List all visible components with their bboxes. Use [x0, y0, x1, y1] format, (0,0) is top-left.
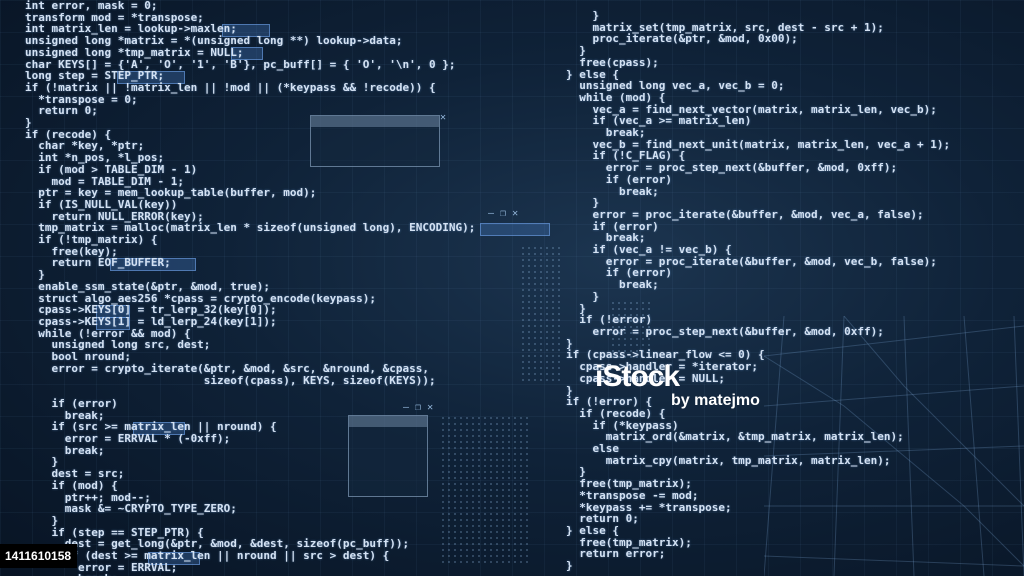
code-line: while (mod) { [566, 90, 666, 104]
code-line: break; [25, 443, 105, 457]
code-line: if (error) [25, 396, 118, 410]
code-line: unsigned long *tmp_matrix = NULL; [25, 45, 244, 59]
code-line: } [566, 289, 600, 303]
code-line: break; [566, 126, 646, 140]
code-line: return 0; [566, 512, 639, 526]
watermark-logo: iStock [595, 360, 680, 393]
window-controls-icon: – ❐ ✕ [488, 208, 519, 219]
code-line: proc_iterate(&ptr, &mod, 0x00); [566, 32, 798, 46]
code-background: ✕ – ❐ ✕ – ❐ ✕ int error, mask = 0; transf… [0, 0, 1024, 576]
code-line: return 0; [25, 104, 98, 118]
watermark: iStock by matejmo [595, 360, 760, 409]
code-line: free(cpass); [566, 55, 659, 69]
code-line: mask &= ~CRYPTO_TYPE_ZERO; [25, 502, 237, 516]
code-line: if (error) [566, 172, 672, 186]
code-line: sizeof(cpass), KEYS, sizeof(KEYS)); [25, 373, 436, 387]
code-line: } [25, 513, 59, 527]
code-line: error = proc_iterate(&buffer, &mod, vec_… [566, 207, 924, 221]
code-line: if (!tmp_matrix) { [25, 233, 158, 247]
code-line: if (mod) { [25, 478, 118, 492]
left-code-block: int error, mask = 0; transform mod = *tra… [25, 0, 475, 576]
code-line: if (vec_a != vec_b) { [566, 243, 732, 257]
dot-matrix-panel [520, 245, 560, 385]
code-line: if (dest >= matrix_len || nround || src … [25, 549, 390, 563]
code-line: *transpose -= mod; [566, 488, 699, 502]
highlight-encoding [480, 223, 550, 236]
watermark-credit: by matejmo [671, 392, 760, 409]
code-line: } else { [566, 523, 619, 537]
code-line: else [566, 442, 619, 456]
code-line: error = ERRVAL * (-0xff); [25, 432, 231, 446]
code-line: } [566, 559, 573, 573]
image-id-label: 1411610158 [0, 544, 78, 568]
code-line: break; [566, 278, 659, 292]
code-line: int error, mask = 0; [25, 0, 158, 12]
code-line: error = crypto_iterate(&ptr, &mod, &src,… [25, 361, 429, 375]
code-line: return EOF_BUFFER; [25, 256, 171, 270]
code-line: if (mod > TABLE_DIM - 1) [25, 162, 198, 176]
code-line: return error; [566, 547, 666, 561]
code-line: error = proc_step_next(&buffer, &mod, 0x… [566, 324, 884, 338]
code-line: if (IS_NULL_VAL(key)) [25, 197, 178, 211]
code-line: matrix_cpy(matrix, tmp_matrix, matrix_le… [566, 453, 891, 467]
code-line: break; [566, 184, 659, 198]
right-code-block: } matrix_set(tmp_matrix, src, dest - src… [566, 10, 950, 572]
code-line: enable_ssm_state(&ptr, &mod, true); [25, 279, 271, 293]
code-line: } [566, 9, 600, 22]
code-line: } [25, 116, 32, 130]
code-line: matrix_ord(&matrix, &tmp_matrix, matrix_… [566, 430, 904, 444]
code-line: if (!matrix || !matrix_len || !mod || (*… [25, 80, 436, 94]
code-line: cpass->KEYS[1] = ld_lerp_24(key[1]); [25, 314, 277, 328]
